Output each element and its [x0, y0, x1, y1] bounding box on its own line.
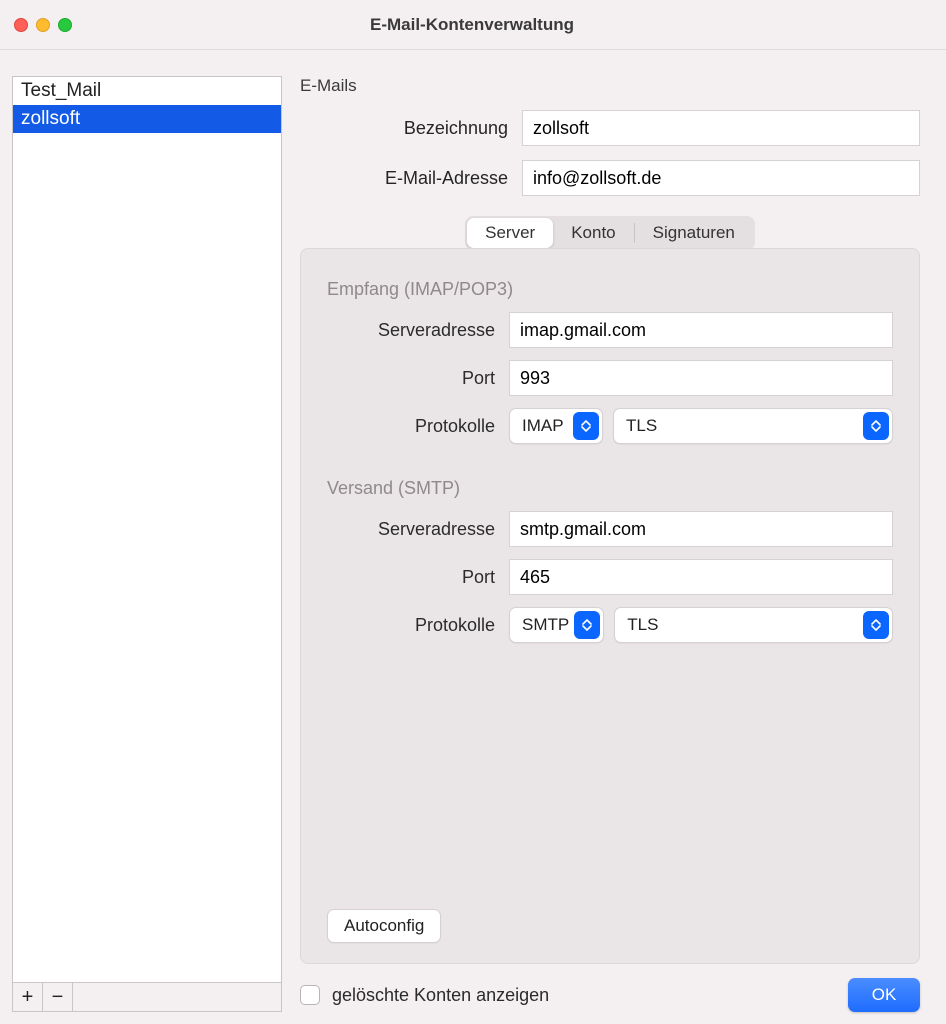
- smtp-encryption-value: TLS: [627, 615, 658, 635]
- window-close-button[interactable]: [14, 18, 28, 32]
- smtp-proto-label: Protokolle: [327, 615, 509, 636]
- smtp-server-input[interactable]: [509, 511, 893, 547]
- window: E-Mail-Kontenverwaltung Test_Mail zollso…: [0, 0, 946, 1024]
- smtp-port-label: Port: [327, 567, 509, 588]
- imap-port-label: Port: [327, 368, 509, 389]
- updown-icon: [573, 412, 599, 440]
- account-row[interactable]: Test_Mail: [13, 77, 281, 105]
- tab-server[interactable]: Server: [467, 218, 553, 248]
- smtp-port-input[interactable]: [509, 559, 893, 595]
- imap-server-row: Serveradresse: [327, 312, 893, 348]
- titlebar: E-Mail-Kontenverwaltung: [0, 0, 946, 50]
- segmented-control: Server Konto Signaturen: [465, 216, 755, 250]
- smtp-proto-select[interactable]: SMTP: [509, 607, 604, 643]
- smtp-server-label: Serveradresse: [327, 519, 509, 540]
- bezeichnung-row: Bezeichnung: [300, 110, 920, 146]
- account-list[interactable]: Test_Mail zollsoft: [12, 76, 282, 982]
- content: Test_Mail zollsoft + − E-Mails Bezeichnu…: [0, 50, 946, 1024]
- imap-proto-select[interactable]: IMAP: [509, 408, 603, 444]
- tab-signaturen[interactable]: Signaturen: [635, 218, 753, 248]
- imap-port-row: Port: [327, 360, 893, 396]
- smtp-server-row: Serveradresse: [327, 511, 893, 547]
- ok-button[interactable]: OK: [848, 978, 920, 1012]
- remove-account-button[interactable]: −: [43, 983, 73, 1011]
- bezeichnung-label: Bezeichnung: [300, 118, 522, 139]
- smtp-proto-value: SMTP: [522, 615, 569, 635]
- add-account-button[interactable]: +: [13, 983, 43, 1011]
- imap-port-input[interactable]: [509, 360, 893, 396]
- traffic-lights: [14, 18, 72, 32]
- window-zoom-button[interactable]: [58, 18, 72, 32]
- empfang-title: Empfang (IMAP/POP3): [327, 279, 893, 300]
- main-column: E-Mails Bezeichnung E-Mail-Adresse Serve…: [300, 76, 920, 1012]
- footer: gelöschte Konten anzeigen OK: [300, 978, 920, 1012]
- smtp-proto-row: Protokolle SMTP TLS: [327, 607, 893, 643]
- sidebar: Test_Mail zollsoft + −: [12, 76, 282, 1012]
- email-input[interactable]: [522, 160, 920, 196]
- imap-server-input[interactable]: [509, 312, 893, 348]
- server-panel: Empfang (IMAP/POP3) Serveradresse Port P…: [300, 248, 920, 964]
- imap-proto-value: IMAP: [522, 416, 564, 436]
- panel-spacer: [327, 655, 893, 909]
- show-deleted-checkbox[interactable]: [300, 985, 320, 1005]
- window-title: E-Mail-Kontenverwaltung: [72, 15, 872, 35]
- imap-proto-label: Protokolle: [327, 416, 509, 437]
- updown-icon: [863, 611, 889, 639]
- section-title: E-Mails: [300, 76, 920, 96]
- smtp-port-row: Port: [327, 559, 893, 595]
- tabs: Server Konto Signaturen: [300, 216, 920, 250]
- imap-encryption-select[interactable]: TLS: [613, 408, 893, 444]
- email-label: E-Mail-Adresse: [300, 168, 522, 189]
- updown-icon: [863, 412, 889, 440]
- autoconfig-button[interactable]: Autoconfig: [327, 909, 441, 943]
- show-deleted-label: gelöschte Konten anzeigen: [332, 985, 549, 1006]
- versand-title: Versand (SMTP): [327, 478, 893, 499]
- updown-icon: [574, 611, 600, 639]
- smtp-encryption-select[interactable]: TLS: [614, 607, 893, 643]
- toolbar-spacer: [73, 983, 281, 1011]
- imap-encryption-value: TLS: [626, 416, 657, 436]
- window-minimize-button[interactable]: [36, 18, 50, 32]
- imap-proto-row: Protokolle IMAP TLS: [327, 408, 893, 444]
- account-row[interactable]: zollsoft: [13, 105, 281, 133]
- list-toolbar: + −: [12, 982, 282, 1012]
- bezeichnung-input[interactable]: [522, 110, 920, 146]
- email-row: E-Mail-Adresse: [300, 160, 920, 196]
- tab-konto[interactable]: Konto: [553, 218, 633, 248]
- imap-server-label: Serveradresse: [327, 320, 509, 341]
